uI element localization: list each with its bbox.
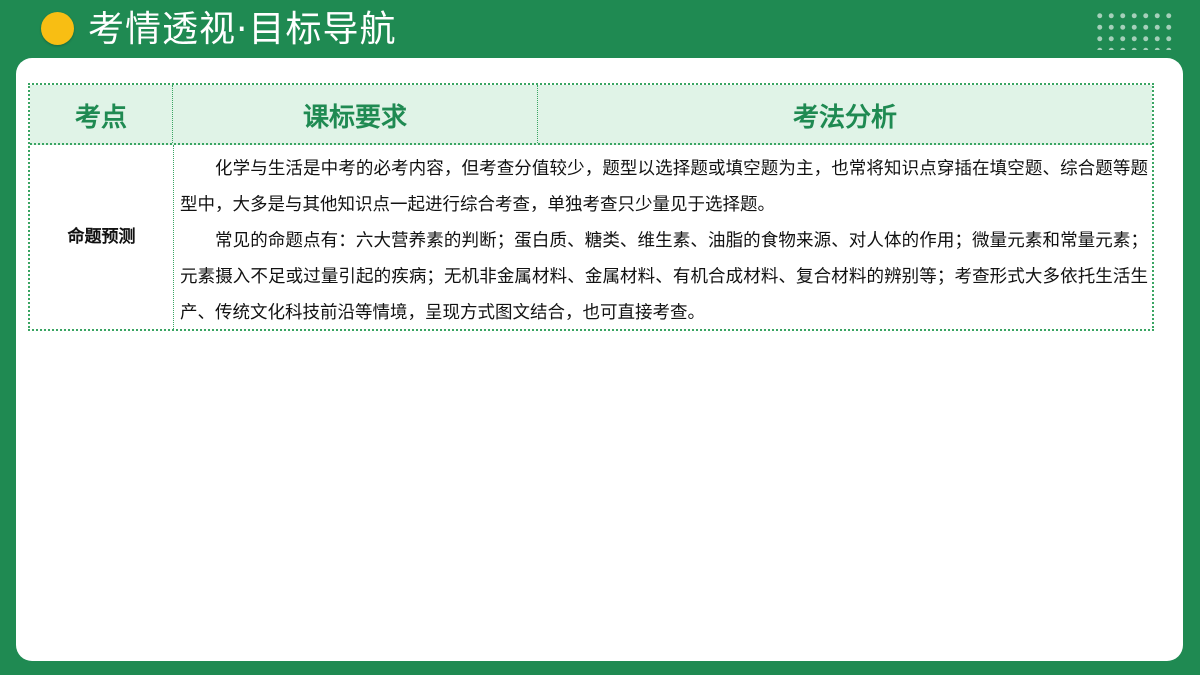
- page-title: 考情透视·目标导航: [88, 9, 397, 50]
- column-header-topic: 考点: [30, 85, 173, 143]
- column-header-analysis: 考法分析: [792, 103, 897, 133]
- row-label-prediction: 命题预测: [67, 227, 136, 247]
- exam-analysis-table: 考点 课标要求 考法分析 命题预测 化学与生活是中考的必考内容，但考查分值较少，…: [28, 83, 1154, 331]
- column-divider: [173, 145, 174, 329]
- title-bar: 考情透视·目标导航: [0, 0, 1200, 58]
- column-header-curriculum: 课标要求: [173, 85, 538, 143]
- row-content: 化学与生活是中考的必考内容，但考查分值较少，题型以选择题或填空题为主，也常将知识…: [180, 151, 1148, 331]
- decorative-dot-grid: [1094, 10, 1176, 50]
- content-paragraph: 常见的命题点有：六大营养素的判断；蛋白质、糖类、维生素、油脂的食物来源、对人体的…: [180, 231, 1148, 323]
- table-header-row: 考点 课标要求 考法分析: [30, 85, 1152, 145]
- content-paragraph: 化学与生活是中考的必考内容，但考查分值较少，题型以选择题或填空题为主，也常将知识…: [180, 159, 1148, 215]
- title-bullet-dot: [41, 12, 74, 45]
